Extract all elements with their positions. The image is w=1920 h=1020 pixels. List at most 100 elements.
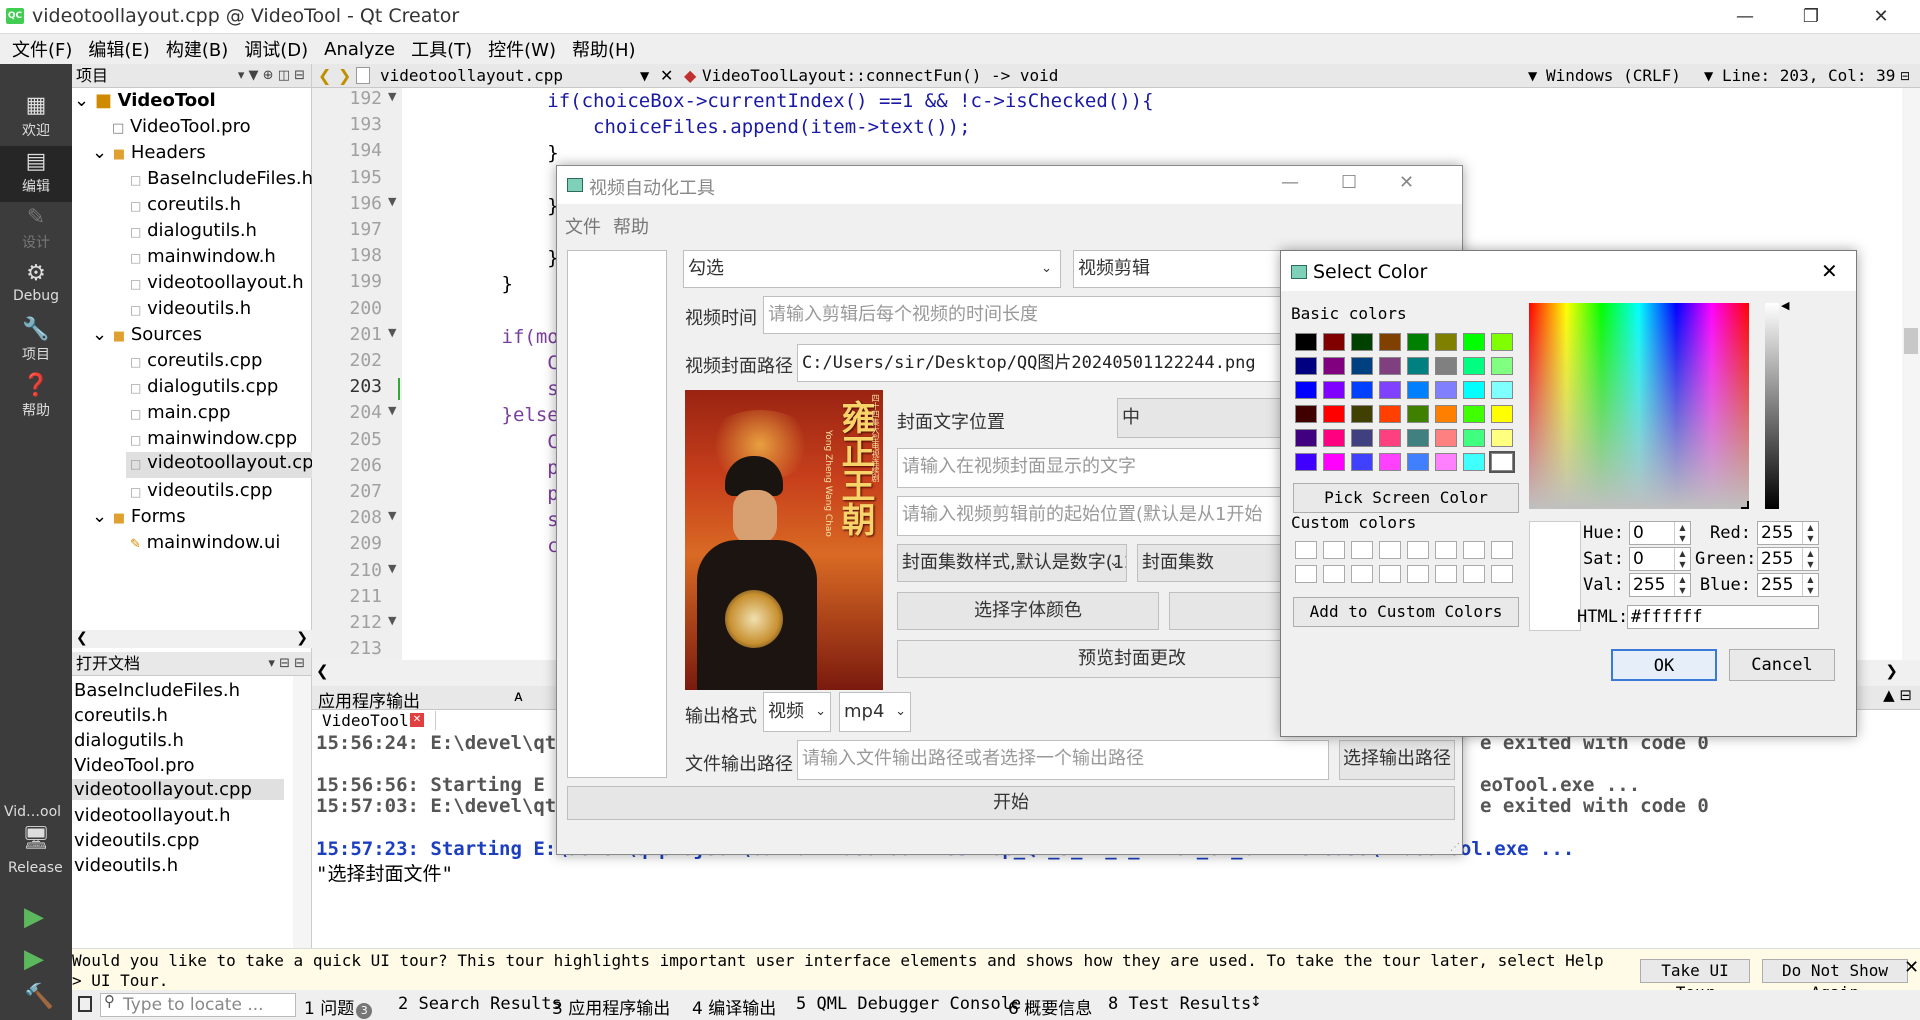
tree-root[interactable]: ⌄ ■ VideoTool [74, 90, 216, 111]
custom-color-swatch[interactable] [1491, 541, 1513, 559]
color-spectrum-picker[interactable] [1529, 303, 1749, 509]
open-doc-item-selected[interactable]: videotoollayout.cpp [72, 779, 284, 800]
preview-cover-button[interactable]: 预览封面更改 [897, 640, 1293, 678]
basic-color-swatch[interactable] [1491, 429, 1513, 447]
custom-color-swatch[interactable] [1379, 565, 1401, 583]
custom-color-swatch[interactable] [1463, 541, 1485, 559]
do-not-show-button[interactable]: Do Not Show Again [1762, 959, 1908, 1002]
basic-color-swatch[interactable] [1295, 333, 1317, 351]
tree-item[interactable]: □ main.cpp [130, 402, 231, 423]
mode-welcome[interactable]: ▦ 欢迎 [0, 90, 72, 146]
tree-headers-folder[interactable]: ⌄ ■ Headers [92, 142, 206, 163]
menu-widgets[interactable]: 控件(W) [480, 36, 564, 62]
red-spinbox[interactable]: 255 ▲ ▼ [1757, 521, 1819, 545]
output-path-input[interactable]: 请输入文件输出路径或者选择一个输出路径 [797, 740, 1329, 780]
tree-item[interactable]: □ dialogutils.h [130, 220, 257, 241]
menu-help[interactable]: 帮助 [613, 213, 649, 239]
monitor-icon[interactable]: 🖥 [22, 826, 50, 851]
sat-spinbox[interactable]: 0 ▲ ▼ [1629, 547, 1691, 571]
basic-color-swatch[interactable] [1351, 429, 1373, 447]
menu-edit[interactable]: 编辑(E) [80, 36, 157, 62]
basic-color-swatch[interactable] [1295, 453, 1317, 471]
basic-color-swatch[interactable] [1407, 405, 1429, 423]
more-tabs-icon[interactable]: ↕ [1250, 994, 1262, 1010]
close-button[interactable]: ✕ [1856, 2, 1906, 32]
basic-color-swatch[interactable] [1379, 405, 1401, 423]
general-messages-tab[interactable]: 6 概要信息 [1008, 994, 1092, 1019]
close-file-icon[interactable]: ✕ [660, 64, 673, 88]
basic-color-swatch[interactable] [1407, 429, 1429, 447]
resize-grip-icon[interactable]: ⋰ [1450, 842, 1460, 853]
basic-color-swatch[interactable] [1463, 381, 1485, 399]
hue-spinbox[interactable]: 0 ▲ ▼ [1629, 521, 1691, 545]
val-spinbox[interactable]: 255 ▲ ▼ [1629, 573, 1691, 597]
open-doc-item[interactable]: dialogutils.h [74, 730, 184, 751]
run-icon[interactable]: ▶ [24, 902, 44, 932]
tree-item[interactable]: □ coreutils.h [130, 194, 241, 215]
time-input[interactable]: 请输入剪辑后每个视频的时间长度 [763, 296, 1293, 334]
custom-color-swatch[interactable] [1379, 541, 1401, 559]
font-color-button[interactable]: 选择字体颜色 [897, 592, 1159, 630]
fold-marker-icon[interactable]: ▼ [388, 326, 396, 339]
output-type-select[interactable]: 视频 ⌄ [763, 692, 831, 732]
mode-design[interactable]: ✎ 设计 [0, 202, 72, 258]
custom-color-swatch[interactable] [1407, 565, 1429, 583]
add-custom-colors-button[interactable]: Add to Custom Colors [1293, 597, 1519, 627]
open-doc-item[interactable]: videoutils.cpp [74, 830, 199, 851]
tree-item[interactable]: □ videoutils.h [130, 298, 251, 319]
fold-marker-icon[interactable]: ▼ [388, 562, 396, 575]
basic-color-swatch[interactable] [1323, 429, 1345, 447]
basic-color-swatch[interactable] [1295, 357, 1317, 375]
basic-color-swatch[interactable] [1435, 405, 1457, 423]
basic-color-swatch[interactable] [1323, 381, 1345, 399]
test-results-tab[interactable]: 8 Test Results [1108, 994, 1251, 1014]
open-doc-item[interactable]: videotoollayout.h [74, 805, 231, 826]
custom-color-swatch[interactable] [1463, 565, 1485, 583]
open-doc-item[interactable]: VideoTool.pro [74, 755, 195, 776]
tree-item[interactable]: ✎ mainwindow.ui [130, 532, 280, 553]
fold-marker-icon[interactable]: ▼ [388, 195, 396, 208]
custom-color-swatch[interactable] [1435, 565, 1457, 583]
qml-console-tab[interactable]: 5 QML Debugger Console [796, 994, 1021, 1014]
episode-other-select[interactable]: 封面集数 [1137, 544, 1293, 582]
editor-scrollbar[interactable] [1902, 88, 1920, 660]
basic-color-swatch[interactable] [1295, 405, 1317, 423]
basic-color-swatch[interactable] [1351, 333, 1373, 351]
fold-marker-icon[interactable]: ▼ [388, 614, 396, 627]
vertical-scrollbar[interactable] [293, 676, 311, 948]
custom-color-swatch[interactable] [1491, 565, 1513, 583]
blue-spinbox[interactable]: 255 ▲ ▼ [1757, 573, 1819, 597]
basic-color-swatch[interactable] [1463, 429, 1485, 447]
basic-color-swatch[interactable] [1491, 357, 1513, 375]
sidebar-toggle-icon[interactable] [78, 996, 92, 1012]
cancel-button[interactable]: Cancel [1729, 649, 1835, 681]
minimize-button[interactable]: — [1720, 2, 1770, 32]
secondary-button[interactable] [1169, 592, 1293, 630]
basic-color-swatch[interactable] [1351, 405, 1373, 423]
maximize-button[interactable]: ☐ [1341, 172, 1357, 193]
close-tour-icon[interactable]: ✕ [1904, 957, 1919, 978]
pane-tools-icon[interactable]: ▾ ⊟ ⊟ [268, 652, 305, 676]
hammer-icon[interactable]: 🔨 [24, 982, 54, 1010]
mode-project[interactable]: 🔧 项目 [0, 314, 72, 370]
tree-item[interactable]: □ BaseIncludeFiles.h [130, 168, 313, 189]
debug-run-icon[interactable]: ▶ [24, 944, 44, 974]
menu-tools[interactable]: 工具(T) [403, 36, 480, 62]
pane-tools-icon[interactable]: ▾ ▼ ⊕ ◫ ⊟ [238, 64, 305, 88]
menu-help[interactable]: 帮助(H) [564, 36, 644, 62]
start-position-input[interactable]: 请输入视频剪辑前的起始位置(默认是从1开始 [897, 496, 1293, 536]
custom-color-swatch[interactable] [1295, 565, 1317, 583]
basic-color-swatch[interactable] [1491, 405, 1513, 423]
basic-color-swatch[interactable] [1435, 381, 1457, 399]
tree-item[interactable]: □ videoutils.cpp [130, 480, 273, 501]
fold-marker-icon[interactable]: ▼ [388, 90, 396, 103]
basic-color-swatch[interactable] [1435, 453, 1457, 471]
open-doc-item[interactable]: coreutils.h [74, 705, 168, 726]
basic-color-swatch[interactable] [1351, 453, 1373, 471]
basic-color-swatch[interactable] [1295, 429, 1317, 447]
ok-button[interactable]: OK [1611, 649, 1717, 681]
tree-item[interactable]: □ videotoollayout.h [130, 272, 304, 293]
menu-debug[interactable]: 调试(D) [236, 36, 316, 62]
function-select[interactable]: 视频剪辑 [1073, 250, 1293, 288]
basic-color-swatch[interactable] [1379, 381, 1401, 399]
